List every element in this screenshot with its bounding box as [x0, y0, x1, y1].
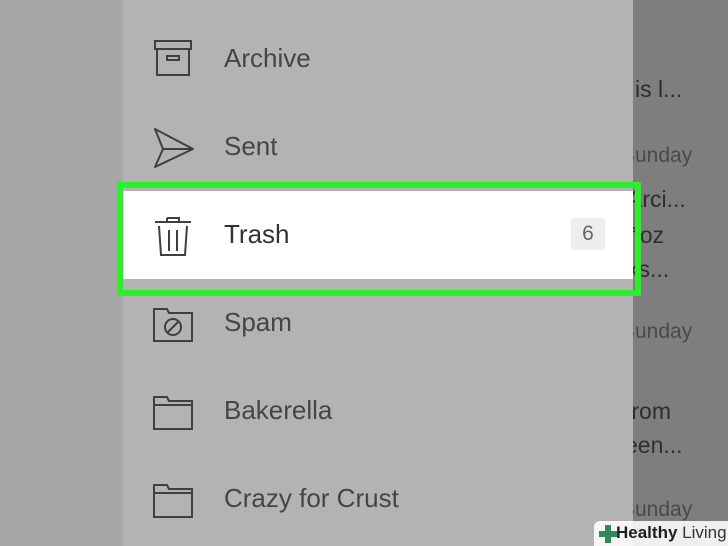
mail-date: Sunday	[633, 320, 693, 343]
folder-item-bakerella[interactable]: Bakerella	[123, 367, 633, 455]
archive-icon	[154, 40, 192, 76]
mail-preview-text: from	[633, 398, 671, 424]
mail-date: Sunday	[633, 498, 693, 521]
background-mail-list: is l... Sunday Arci... ñoz ks... Sunday …	[633, 0, 728, 546]
folder-item-sent[interactable]: Sent	[123, 103, 633, 191]
left-dimmed-area	[0, 0, 123, 546]
mail-preview-text: een...	[633, 432, 683, 458]
folder-label: Bakerella	[224, 395, 333, 425]
folder-drawer: Archive Sent Trash 6 Spam Bakerella Craz…	[123, 0, 633, 546]
watermark: Healthy Living	[594, 521, 728, 546]
mail-preview-text: is l...	[635, 76, 683, 102]
folder-label: Crazy for Crust	[224, 483, 399, 513]
mail-preview-text: Arci...	[633, 186, 686, 212]
unread-count-badge: 6	[571, 218, 605, 250]
folder-label: Archive	[224, 43, 311, 73]
folder-label: Trash	[224, 219, 290, 249]
folder-item-crazy-for-crust[interactable]: Crazy for Crust	[123, 455, 633, 543]
folder-icon	[153, 396, 193, 430]
folder-label: Sent	[224, 131, 278, 161]
watermark-text: Healthy Living	[616, 523, 727, 542]
folder-icon	[153, 484, 193, 518]
folder-label: Spam	[224, 307, 292, 337]
send-icon	[154, 128, 194, 168]
trash-icon	[155, 217, 191, 256]
mail-preview-text: ks...	[633, 256, 670, 282]
folder-item-spam[interactable]: Spam	[123, 279, 633, 367]
folder-item-archive[interactable]: Archive	[123, 15, 633, 103]
spam-folder-icon	[153, 308, 193, 342]
plus-logo-icon	[599, 525, 617, 543]
mail-date: Sunday	[633, 144, 693, 167]
mail-preview-text: ñoz	[633, 222, 665, 248]
folder-item-trash[interactable]: Trash 6	[123, 191, 633, 279]
